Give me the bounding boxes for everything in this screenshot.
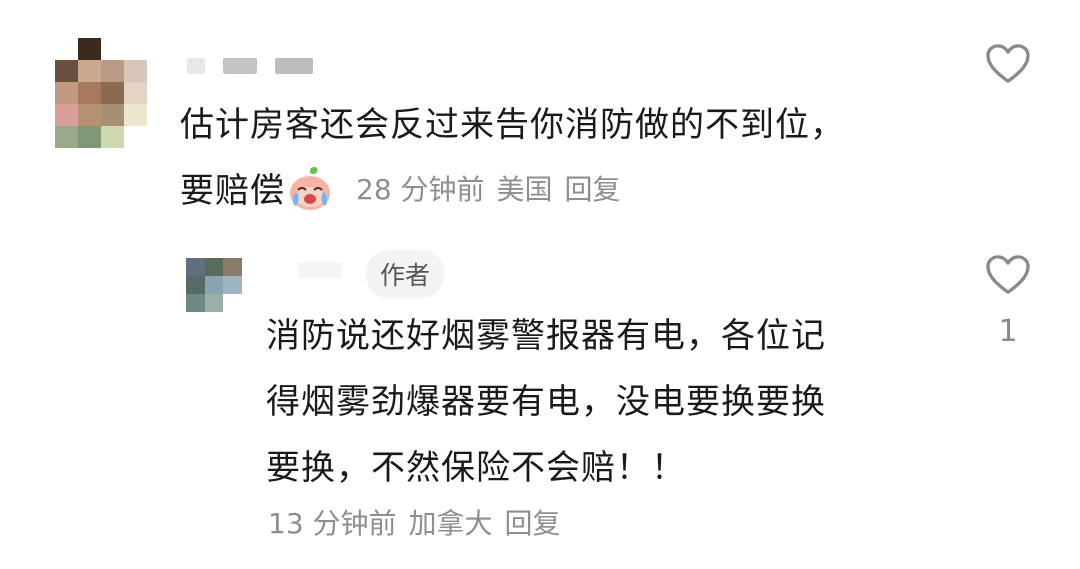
timestamp: 13 分钟前 xyxy=(268,507,397,540)
username-blurred[interactable] xyxy=(187,58,313,74)
crying-emoji-icon xyxy=(290,166,330,210)
avatar[interactable] xyxy=(186,258,260,312)
username-blurred[interactable] xyxy=(298,262,342,278)
location: 美国 xyxy=(496,173,553,206)
comment-text-line: 消防说还好烟雾警报器有电，各位记 xyxy=(266,316,826,356)
reply-button[interactable]: 回复 xyxy=(505,502,561,542)
heart-outline-icon[interactable] xyxy=(985,43,1031,85)
heart-outline-icon[interactable] xyxy=(985,254,1031,296)
timestamp: 28 分钟前 xyxy=(356,173,485,206)
location: 加拿大 xyxy=(408,507,493,540)
comment-text-line: 估计房客还会反过来告你消防做的不到位， xyxy=(180,105,845,145)
comment-text: 消防说还好烟雾警报器有电，各位记 得烟雾劲爆器要有电，没电要换要换 要换，不然保… xyxy=(266,303,826,501)
comment-text-line: 得烟雾劲爆器要有电，没电要换要换 xyxy=(266,382,826,422)
comment-meta: 13 分钟前 加拿大 回复 xyxy=(268,502,561,542)
reply-button[interactable]: 回复 xyxy=(565,168,621,208)
author-badge: 作者 xyxy=(366,250,445,298)
comment-text-line: 要换，不然保险不会赔！！ xyxy=(266,448,686,488)
avatar[interactable] xyxy=(55,38,147,148)
like-count: 1 xyxy=(998,314,1018,349)
comment-meta: 28 分钟前 美国 回复 xyxy=(356,168,621,208)
